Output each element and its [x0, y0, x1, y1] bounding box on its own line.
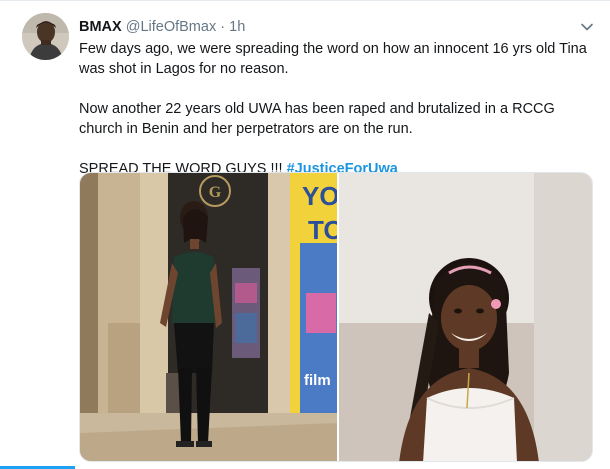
- tweet-card[interactable]: BMAX @LifeOfBmax · 1h Few days ago, we w…: [0, 0, 610, 469]
- tweet-paragraph: Few days ago, we were spreading the word…: [79, 41, 587, 77]
- media-grid: G YOU TO film: [79, 172, 593, 462]
- tweet-photo-left[interactable]: G YOU TO film: [80, 173, 339, 461]
- timestamp[interactable]: 1h: [229, 19, 245, 35]
- poster-logo-letter: G: [209, 184, 222, 201]
- poster-text: YOU: [302, 181, 337, 211]
- avatar-photo: [22, 13, 69, 60]
- user-handle[interactable]: @LifeOfBmax: [126, 19, 216, 35]
- poster-text: film: [304, 372, 331, 389]
- tweet-paragraph: Now another 22 years old UWA has been ra…: [79, 101, 555, 137]
- photo-image-left: G YOU TO film: [80, 173, 337, 461]
- separator-dot: ·: [220, 19, 226, 35]
- chevron-down-icon[interactable]: [580, 20, 594, 34]
- tweet-header: BMAX @LifeOfBmax · 1h: [79, 17, 570, 37]
- tweet-text: Few days ago, we were spreading the word…: [79, 39, 594, 179]
- poster-text: TO: [308, 215, 337, 245]
- avatar[interactable]: [22, 13, 69, 60]
- photo-image-right: [339, 173, 592, 461]
- tweet-photo-right[interactable]: [339, 173, 592, 461]
- display-name[interactable]: BMAX: [79, 19, 122, 35]
